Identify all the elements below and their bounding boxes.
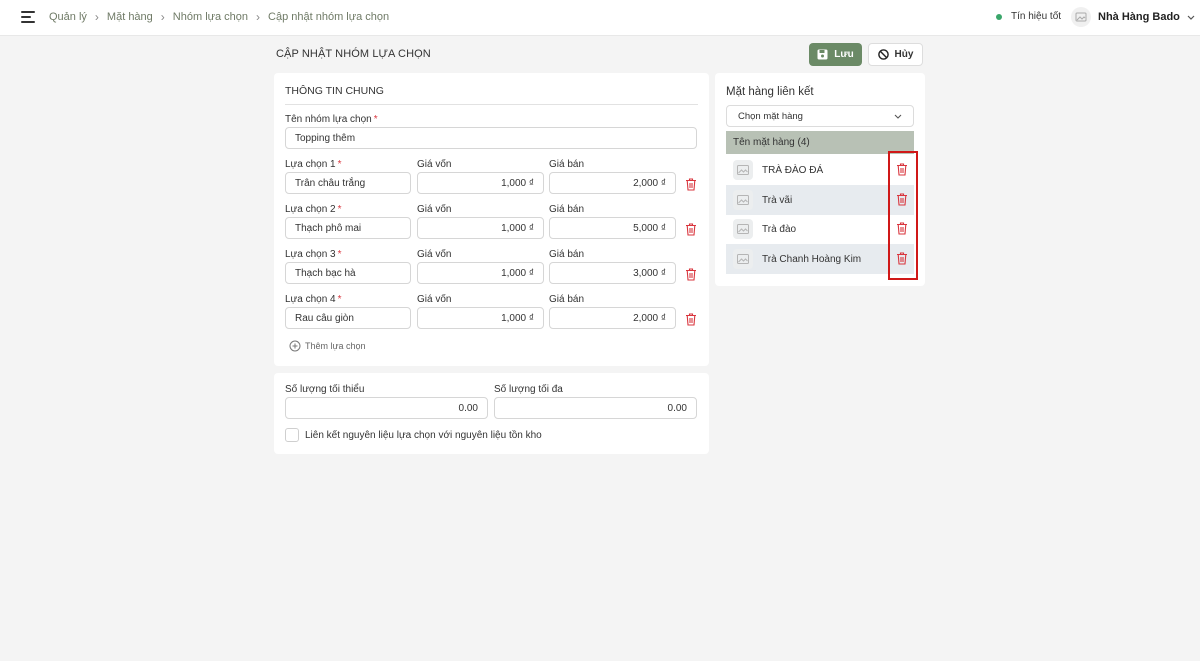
choice-1-price-input[interactable]: 2,000 ₫ — [549, 172, 676, 194]
product-select[interactable]: Chọn mặt hàng — [726, 105, 914, 127]
add-choice-label: Thêm lựa chọn — [305, 341, 366, 351]
chevron-right-icon: › — [94, 9, 99, 24]
product-name: Trà Chanh Hoàng Kim — [762, 253, 862, 265]
choice-3-price-input[interactable]: 3,000 ₫ — [549, 262, 676, 284]
list-item: Trà vãi — [726, 185, 914, 215]
connection-status-text: Tín hiệu tốt — [1011, 11, 1062, 22]
product-name: Trà vãi — [762, 194, 793, 206]
breadcrumb-item-management[interactable]: Quản lý — [49, 11, 87, 23]
price-label: Giá bán — [549, 249, 585, 260]
cost-label: Giá vốn — [417, 249, 452, 260]
choice-4-price-input[interactable]: 2,000 ₫ — [549, 307, 676, 329]
add-choice-button[interactable]: Thêm lựa chọn — [289, 340, 366, 352]
save-button-label: Lưu — [834, 49, 854, 60]
list-item: Trà đào — [726, 214, 914, 244]
choice-1-name-input[interactable]: Trân châu trắng — [285, 172, 411, 194]
breadcrumb: Quản lý › Mặt hàng › Nhóm lựa chọn › Cập… — [49, 9, 390, 24]
link-inventory-label: Liên kết nguyên liệu lựa chọn với nguyên… — [305, 430, 542, 441]
choice-2-cost-input[interactable]: 1,000 ₫ — [417, 217, 544, 239]
choice-2-label: Lựa chọn 2 * — [285, 204, 342, 215]
price-label: Giá bán — [549, 204, 585, 215]
product-name: Trà đào — [762, 223, 797, 235]
linked-products-title: Mặt hàng liên kết — [726, 86, 814, 98]
breadcrumb-item-products[interactable]: Mặt hàng — [107, 11, 153, 23]
menu-icon[interactable] — [21, 11, 35, 24]
cancel-button-label: Hủy — [894, 49, 914, 60]
choice-2-name-input[interactable]: Thạch phô mai — [285, 217, 411, 239]
trash-icon[interactable] — [685, 223, 697, 236]
chevron-down-icon — [894, 114, 902, 119]
status-dot-icon — [996, 13, 1002, 20]
group-name-label: Tên nhóm lựa chọn * — [285, 114, 378, 125]
general-info-card: THÔNG TIN CHUNG Tên nhóm lựa chọn * Toppi… — [274, 73, 709, 366]
product-name: TRÀ ĐÀO ĐÁ — [762, 164, 824, 176]
page-title: CẬP NHẬT NHÓM LỰA CHỌN — [276, 48, 431, 60]
store-switcher[interactable]: Nhà Hàng Bado — [1071, 7, 1195, 27]
quantity-card: Số lượng tối thiểu Số lượng tối đa 0.00 … — [274, 373, 709, 454]
connection-status: Tín hiệu tốt — [996, 11, 1061, 22]
breadcrumb-item-current: Cập nhật nhóm lựa chọn — [268, 11, 390, 23]
product-image-placeholder-icon — [733, 190, 753, 210]
cancel-button[interactable]: Hủy — [868, 43, 923, 66]
link-inventory-checkbox[interactable] — [285, 428, 299, 442]
chevron-down-icon — [1187, 15, 1195, 20]
save-button[interactable]: Lưu — [809, 43, 862, 66]
trash-icon[interactable] — [685, 178, 697, 191]
cost-label: Giá vốn — [417, 294, 452, 305]
product-column-header: Tên mặt hàng (4) — [726, 131, 914, 154]
store-avatar — [1071, 7, 1091, 27]
divider — [285, 104, 698, 105]
max-quantity-label: Số lượng tối đa — [494, 384, 563, 395]
ban-icon — [877, 49, 889, 60]
min-quantity-label: Số lượng tối thiểu — [285, 384, 365, 395]
chevron-right-icon: › — [160, 9, 165, 24]
product-select-placeholder: Chọn mặt hàng — [738, 110, 803, 122]
chevron-right-icon: › — [256, 9, 261, 24]
cost-label: Giá vốn — [417, 159, 452, 170]
list-item: Trà Chanh Hoàng Kim — [726, 244, 914, 274]
product-image-placeholder-icon — [733, 160, 753, 180]
choice-3-label: Lựa chọn 3 * — [285, 249, 342, 260]
product-image-placeholder-icon — [733, 219, 753, 239]
plus-circle-icon — [289, 340, 301, 352]
choice-4-label: Lựa chọn 4 * — [285, 294, 342, 305]
section-title-general: THÔNG TIN CHUNG — [285, 85, 384, 97]
choice-2-price-input[interactable]: 5,000 ₫ — [549, 217, 676, 239]
save-icon — [817, 49, 828, 60]
store-name: Nhà Hàng Bado — [1098, 11, 1180, 23]
highlight-annotation — [888, 151, 918, 280]
price-label: Giá bán — [549, 294, 585, 305]
choice-4-cost-input[interactable]: 1,000 ₫ — [417, 307, 544, 329]
top-bar: Quản lý › Mặt hàng › Nhóm lựa chọn › Cập… — [0, 0, 1200, 36]
choice-1-cost-input[interactable]: 1,000 ₫ — [417, 172, 544, 194]
choice-4-name-input[interactable]: Rau câu giòn — [285, 307, 411, 329]
cost-label: Giá vốn — [417, 204, 452, 215]
choice-1-label: Lựa chọn 1 * — [285, 159, 342, 170]
choice-3-cost-input[interactable]: 1,000 ₫ — [417, 262, 544, 284]
trash-icon[interactable] — [685, 268, 697, 281]
min-quantity-input[interactable]: 0.00 — [285, 397, 488, 419]
breadcrumb-item-option-groups[interactable]: Nhóm lựa chọn — [173, 11, 248, 23]
product-image-placeholder-icon — [733, 249, 753, 269]
group-name-input[interactable]: Topping thêm — [285, 127, 697, 149]
max-quantity-input[interactable]: 0.00 — [494, 397, 697, 419]
store-logo-icon — [1075, 12, 1087, 22]
list-item: TRÀ ĐÀO ĐÁ — [726, 155, 914, 185]
choice-3-name-input[interactable]: Thạch bạc hà — [285, 262, 411, 284]
price-label: Giá bán — [549, 159, 585, 170]
trash-icon[interactable] — [685, 313, 697, 326]
